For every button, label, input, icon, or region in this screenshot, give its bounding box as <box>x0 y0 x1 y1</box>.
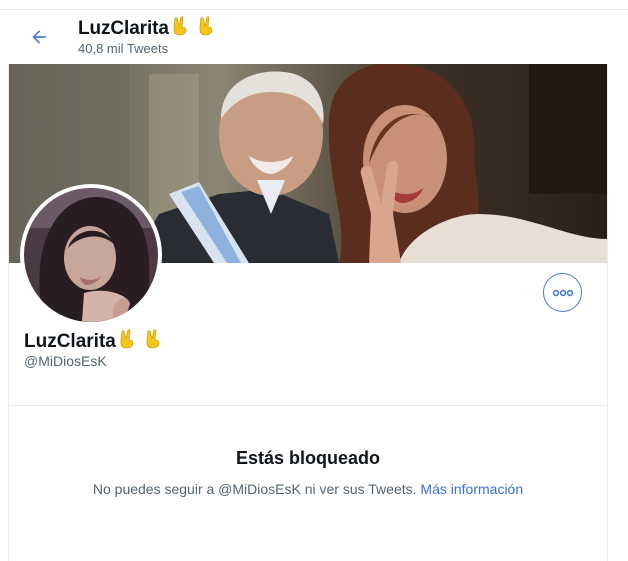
tweet-count: 40,8 mil Tweets <box>78 41 169 56</box>
display-name-text: LuzClarita <box>24 331 116 352</box>
blocked-message-text: No puedes seguir a @MiDiosEsK ni ver sus… <box>92 481 421 497</box>
section-divider <box>9 405 607 406</box>
more-options-button[interactable] <box>543 273 582 312</box>
profile-avatar[interactable] <box>20 184 162 326</box>
profile-handle: @MiDiosEsK <box>24 353 107 369</box>
victory-hand-icon <box>171 16 189 42</box>
victory-hand-icon <box>144 329 162 355</box>
more-info-link[interactable]: Más información <box>420 481 523 497</box>
victory-hand-icon <box>118 329 136 355</box>
arrow-left-icon <box>32 30 46 44</box>
victory-hand-icon <box>197 16 215 42</box>
header-title: LuzClarita <box>78 16 215 42</box>
profile-header: LuzClarita 40,8 mil Tweets <box>8 10 608 64</box>
avatar-photo <box>24 188 158 322</box>
blocked-title: Estás bloqueado <box>235 448 381 468</box>
more-horizontal-icon <box>552 289 573 296</box>
profile-display-name: LuzClarita <box>24 329 162 355</box>
header-title-text: LuzClarita <box>78 18 169 39</box>
blocked-message: No puedes seguir a @MiDiosEsK ni ver sus… <box>9 481 607 497</box>
back-button[interactable] <box>26 24 52 50</box>
